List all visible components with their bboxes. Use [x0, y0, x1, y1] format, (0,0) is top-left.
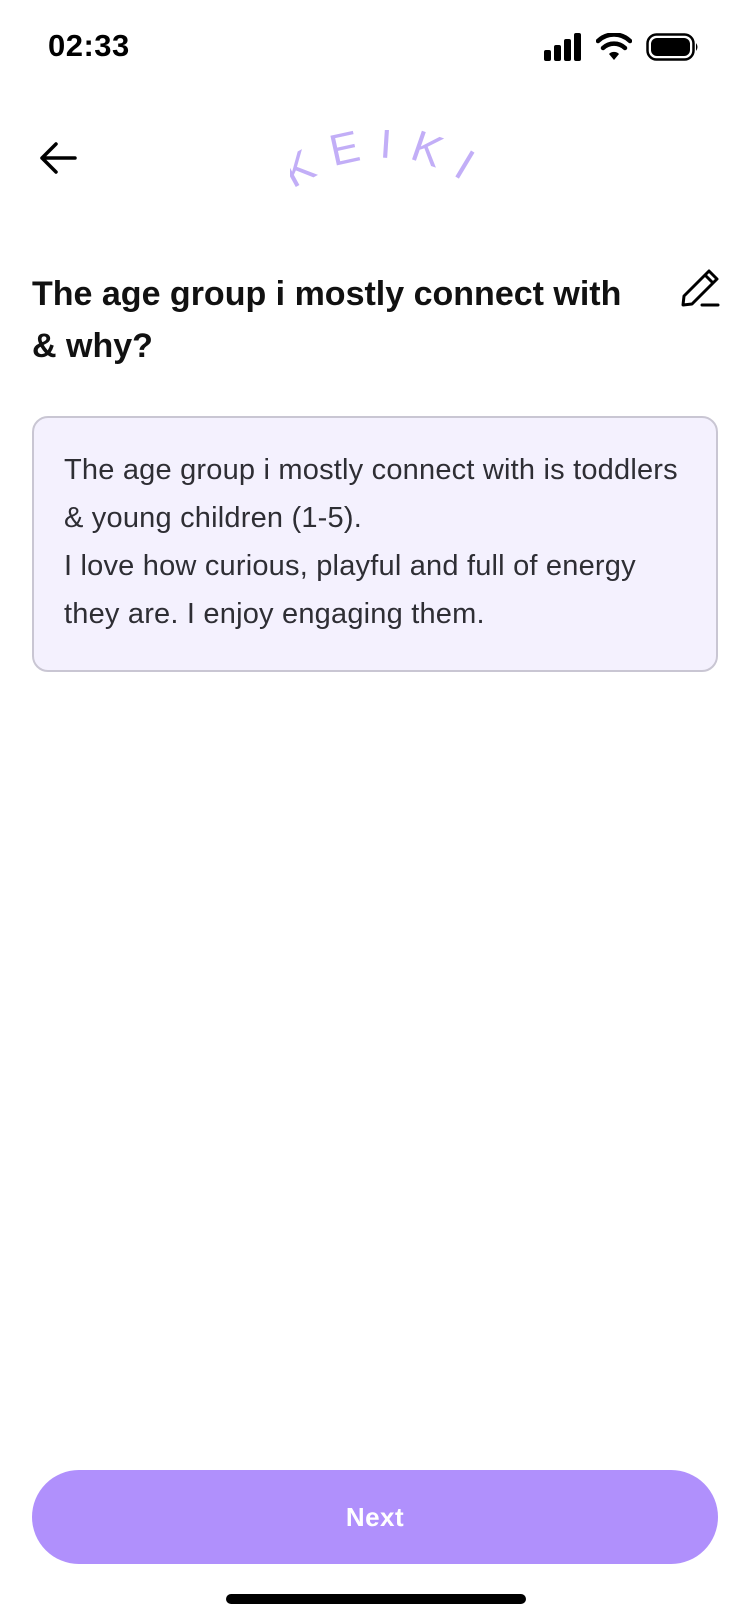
back-button[interactable]: [36, 138, 80, 182]
svg-text:KEIKI: KEIKI: [290, 130, 480, 198]
logo-text: KEIKI: [274, 118, 480, 198]
keiki-logo: KEIKI: [274, 118, 480, 200]
answer-text: The age group i mostly connect with is t…: [64, 454, 678, 630]
status-icons: [544, 32, 700, 62]
status-time: 02:33: [48, 28, 130, 63]
pencil-icon: [680, 268, 720, 313]
next-button[interactable]: Next: [32, 1470, 718, 1564]
edit-button[interactable]: [676, 266, 724, 314]
question-title: The age group i mostly connect with & wh…: [32, 275, 622, 365]
answer-box: The age group i mostly connect with is t…: [32, 416, 718, 672]
wifi-icon: [596, 33, 632, 61]
arrow-left-icon: [39, 141, 77, 180]
battery-icon: [646, 33, 700, 61]
home-indicator: [226, 1594, 526, 1604]
status-bar: 02:33: [0, 0, 750, 96]
cellular-signal-icon: [544, 33, 582, 61]
